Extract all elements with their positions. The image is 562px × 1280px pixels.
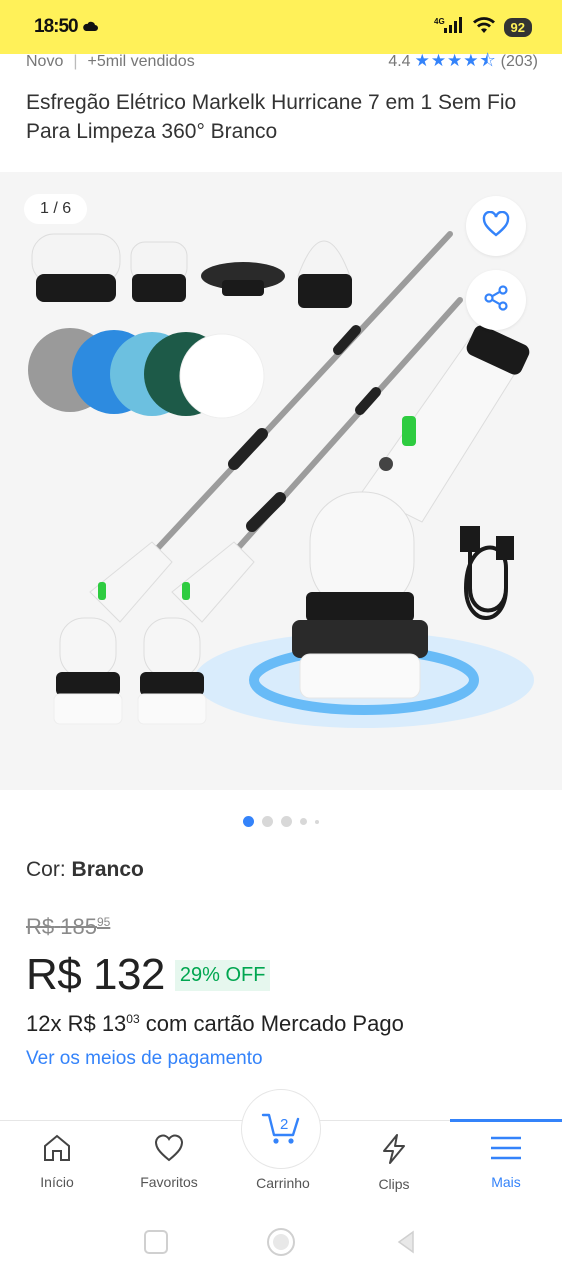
- home-icon: [41, 1133, 73, 1166]
- sold-count: +5mil vendidos: [87, 53, 195, 70]
- status-indicators: 4G 92: [434, 16, 532, 39]
- rating-link[interactable]: 4.4 ★★★★⯪ (203): [388, 51, 538, 72]
- discount-badge: 29% OFF: [174, 959, 271, 991]
- pagination-dot[interactable]: [300, 818, 307, 825]
- nav-clips[interactable]: Clips: [344, 1133, 444, 1192]
- meta-divider: |: [73, 53, 78, 70]
- svg-text:4G: 4G: [434, 17, 445, 26]
- status-bar: 18:50 4G 92: [0, 0, 562, 54]
- favorite-button[interactable]: [466, 196, 526, 256]
- installment-suffix: com cartão Mercado Pago: [145, 1011, 404, 1036]
- bottom-navigation: Início Favoritos 2 Carrinho Clips Mais: [0, 1089, 562, 1208]
- cloud-icon: [82, 16, 98, 38]
- product-image: [28, 231, 534, 728]
- pagination-dot[interactable]: [315, 819, 319, 824]
- clock-text: 18:50: [34, 16, 79, 37]
- nav-home-label: Início: [40, 1174, 74, 1190]
- cart-count: 2: [280, 1116, 288, 1133]
- home-button-icon[interactable]: [265, 1226, 297, 1263]
- review-count: (203): [500, 53, 538, 70]
- lightning-icon: [379, 1133, 409, 1168]
- color-label: Cor:: [26, 858, 66, 881]
- nav-favorites-label: Favoritos: [140, 1174, 198, 1190]
- status-time: 18:50: [34, 16, 98, 38]
- installment-cents: 03: [126, 1012, 140, 1026]
- pagination-dot[interactable]: [243, 816, 254, 827]
- old-price-cents: 95: [96, 915, 111, 929]
- share-button[interactable]: [466, 270, 526, 330]
- active-tab-indicator: [450, 1119, 562, 1122]
- usb-cable: [460, 526, 514, 620]
- nav-more-label: Mais: [491, 1174, 521, 1190]
- installment-amount: 12x R$ 13: [26, 1011, 127, 1036]
- color-value: Branco: [71, 858, 144, 881]
- nav-cart-label: Carrinho: [256, 1175, 310, 1191]
- recent-apps-icon[interactable]: [143, 1229, 169, 1260]
- product-meta-row: Novo | +5mil vendidos 4.4 ★★★★⯪ (203): [26, 51, 538, 72]
- heart-icon: [153, 1133, 185, 1166]
- old-price-value: 185: [60, 914, 97, 939]
- nav-more[interactable]: Mais: [456, 1133, 556, 1190]
- system-navigation: [0, 1208, 562, 1280]
- signal-icon: 4G: [434, 16, 464, 39]
- product-gallery[interactable]: 1 / 6: [0, 172, 562, 790]
- payment-methods-link[interactable]: Ver os meios de pagamento: [26, 1048, 263, 1070]
- main-scrubber: [292, 325, 530, 699]
- share-icon: [482, 284, 510, 317]
- menu-icon: [489, 1133, 523, 1166]
- star-rating-icon: ★★★★⯪: [414, 50, 497, 70]
- nav-favorites[interactable]: Favoritos: [119, 1133, 219, 1190]
- heart-icon: [482, 210, 510, 242]
- pagination-dot[interactable]: [262, 816, 273, 827]
- battery-indicator: 92: [503, 17, 532, 37]
- condition-label: Novo: [26, 53, 64, 70]
- rating-value: 4.4: [388, 53, 411, 70]
- original-price: R$ 18595: [26, 914, 110, 940]
- product-title: Esfregão Elétrico Markelk Hurricane 7 em…: [26, 91, 517, 143]
- nav-clips-label: Clips: [378, 1176, 410, 1192]
- back-icon[interactable]: [393, 1229, 419, 1260]
- pagination-dot[interactable]: [281, 816, 292, 827]
- cart-icon: 2: [259, 1107, 303, 1152]
- brush-heads: [31, 233, 352, 308]
- cleaning-pads: [28, 328, 265, 419]
- nav-cart-button[interactable]: 2: [241, 1089, 321, 1169]
- old-price-currency: R$: [26, 914, 55, 939]
- current-price: R$ 132: [26, 950, 165, 999]
- image-counter: 1 / 6: [24, 194, 88, 224]
- color-selector[interactable]: Cor: Branco: [26, 858, 144, 882]
- price-row: R$ 132 29% OFF: [26, 950, 271, 1000]
- gallery-pagination: [0, 816, 562, 827]
- nav-home[interactable]: Início: [7, 1133, 107, 1190]
- installment-info: 12x R$ 1303 com cartão Mercado Pago: [26, 1011, 404, 1037]
- wifi-icon: [472, 16, 496, 39]
